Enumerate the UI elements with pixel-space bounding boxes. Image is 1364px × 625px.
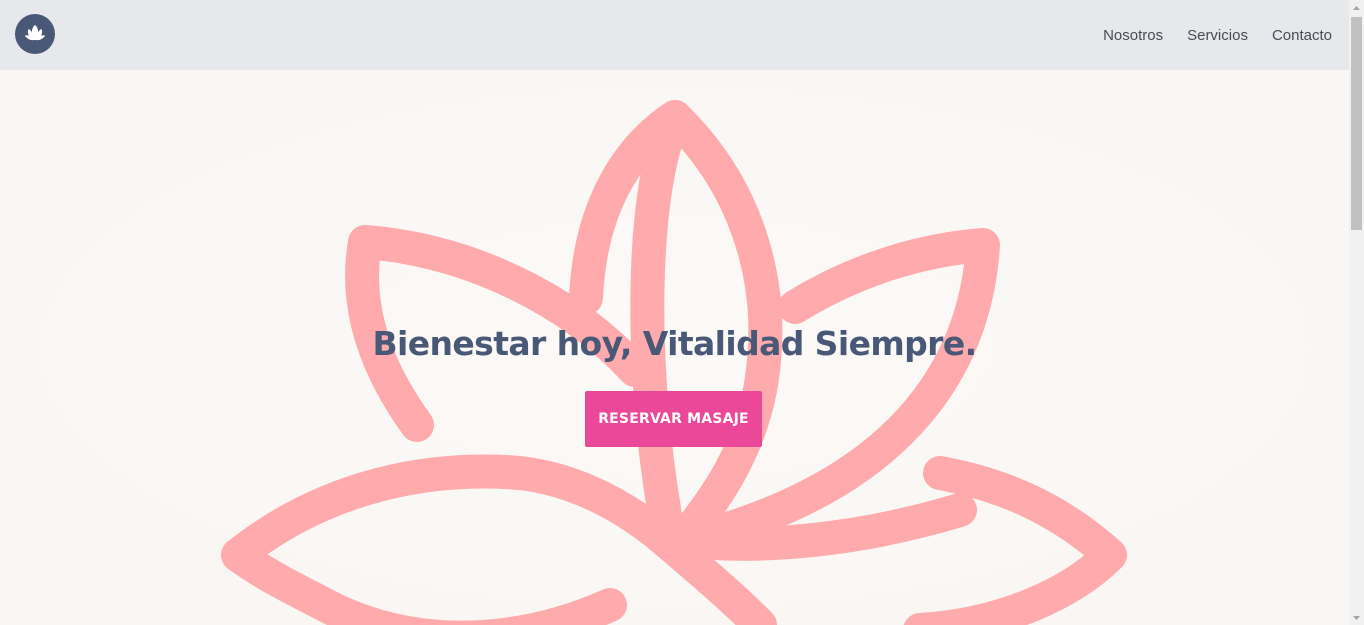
- page: Nosotros Servicios Contacto Bienestar ho…: [0, 0, 1364, 625]
- lotus-icon: [25, 25, 45, 41]
- hero-section: Bienestar hoy, Vitalidad Siempre. RESERV…: [0, 70, 1349, 625]
- hero-headline: Bienestar hoy, Vitalidad Siempre.: [372, 324, 977, 363]
- main-nav: Nosotros Servicios Contacto: [1079, 0, 1332, 70]
- logo[interactable]: [15, 14, 55, 54]
- book-massage-button[interactable]: RESERVAR MASAJE: [585, 391, 762, 447]
- hero-content: Bienestar hoy, Vitalidad Siempre. RESERV…: [0, 70, 1349, 625]
- vertical-scrollbar[interactable]: [1349, 0, 1364, 625]
- scroll-up-arrow-icon[interactable]: [1349, 0, 1364, 15]
- scrollbar-thumb[interactable]: [1351, 17, 1362, 230]
- nav-link-nosotros[interactable]: Nosotros: [1103, 27, 1163, 44]
- nav-link-servicios[interactable]: Servicios: [1187, 27, 1248, 44]
- top-navbar: Nosotros Servicios Contacto: [0, 0, 1349, 70]
- nav-link-contacto[interactable]: Contacto: [1272, 27, 1332, 44]
- scroll-down-arrow-icon[interactable]: [1349, 610, 1364, 625]
